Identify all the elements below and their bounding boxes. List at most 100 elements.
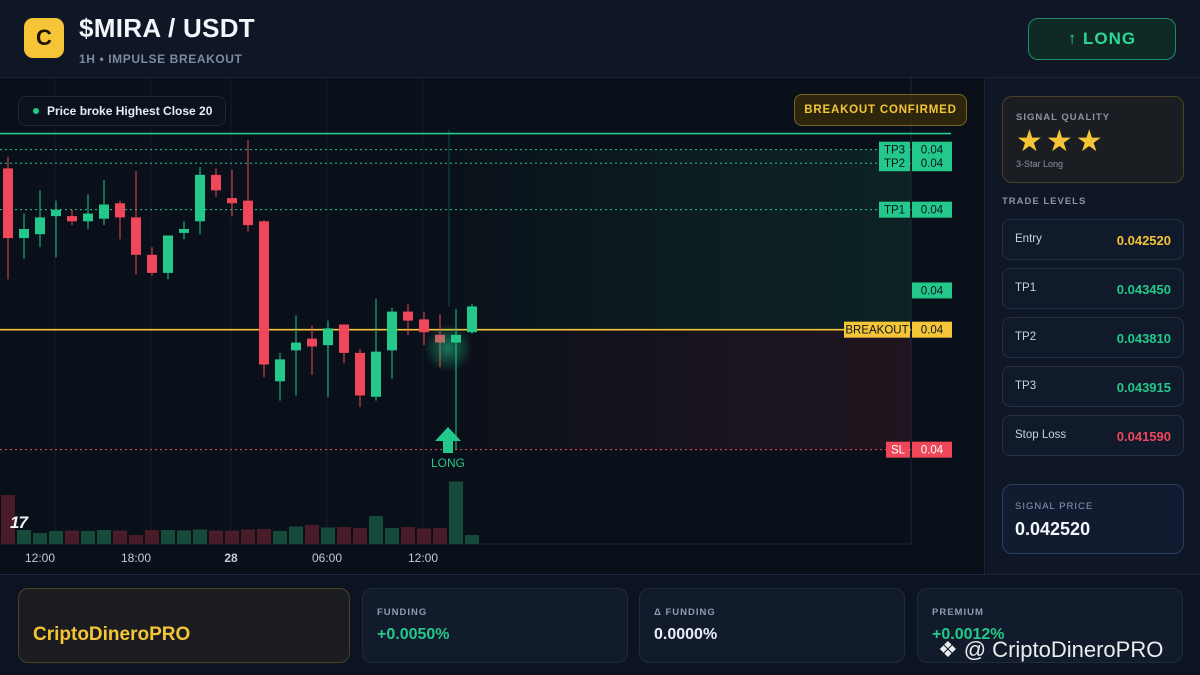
volume-bar <box>145 530 159 544</box>
candle-body <box>83 213 93 222</box>
header: C $MIRA / USDT 1H • IMPULSE BREAKOUT ↑ L… <box>0 0 1200 78</box>
x-axis-tick: 18:00 <box>121 551 151 565</box>
level-tag-label: BREAKOUT <box>845 325 908 337</box>
volume-bar <box>417 528 431 544</box>
footer-stats: CriptoDineroPRO FUNDING +0.0050% Δ FUNDI… <box>0 574 1200 675</box>
candle-body <box>115 203 125 218</box>
trade-level-name: TP1 <box>1015 282 1037 294</box>
candle-body <box>147 254 157 273</box>
signal-price-card: SIGNAL PRICE 0.042520 <box>1002 484 1184 554</box>
status-dot-icon <box>33 108 39 114</box>
volume-bar <box>449 481 463 544</box>
volume-bar <box>433 528 447 544</box>
timeframe-subtitle: 1H • IMPULSE BREAKOUT <box>79 52 243 66</box>
candle-body <box>195 174 205 222</box>
volume-bar <box>321 527 335 544</box>
candlestick-chart[interactable]: TP3 0.04TP2 0.04TP1 0.04BREAKOUT 0.04SL 0.040… <box>0 78 985 574</box>
trade-level-tp2: TP2 0.043810 <box>1002 317 1184 358</box>
trade-level-stop-loss: Stop Loss 0.041590 <box>1002 415 1184 456</box>
candle-body <box>371 351 381 397</box>
brand-name: CriptoDineroPRO <box>33 624 191 645</box>
volume-bar <box>289 526 303 544</box>
volume-bar <box>465 535 479 544</box>
breakout-confirmed-badge: BREAKOUT CONFIRMED <box>794 94 967 126</box>
exchange-logo-icon: ❖ <box>938 637 958 662</box>
brand-card: CriptoDineroPRO <box>18 588 350 663</box>
volume-bar <box>401 527 415 544</box>
level-tag-label: TP3 <box>884 145 905 157</box>
candle-body <box>19 229 29 239</box>
trade-level-name: TP3 <box>1015 380 1037 392</box>
volume-bar <box>225 530 239 544</box>
trade-level-value: 0.042520 <box>1116 233 1171 248</box>
stat-value: 0.0000% <box>654 626 718 643</box>
volume-bar <box>65 530 79 544</box>
candle-body <box>3 168 13 239</box>
candle-body <box>387 311 397 351</box>
volume-bar <box>113 530 127 544</box>
price-chart[interactable]: TP3 0.04 TP2 0.04 TP1 0.04 BREAKOUT 0.04 SL 0.04 0… <box>0 78 985 574</box>
volume-bar <box>209 530 223 544</box>
candle-body <box>467 306 477 333</box>
candle-body <box>163 235 173 273</box>
volume-bar <box>161 530 175 544</box>
candle-body <box>35 217 45 235</box>
candle-body <box>227 198 237 204</box>
signal-glow <box>424 324 472 372</box>
level-price-label: 0.04 <box>921 205 944 217</box>
candle-body <box>131 217 141 255</box>
signal-price-value: 0.042520 <box>1015 519 1091 539</box>
breakout-tooltip: Price broke Highest Close 20 <box>18 96 227 126</box>
page-title: $MIRA / USDT <box>79 13 255 43</box>
trade-level-name: Entry <box>1015 233 1042 245</box>
candle-body <box>99 204 109 219</box>
candle-body <box>51 209 61 217</box>
level-tag-label: TP2 <box>884 158 905 170</box>
stat-label: Δ FUNDING <box>654 607 716 618</box>
level-tag-label: TP1 <box>884 205 905 217</box>
volume-bar <box>81 531 95 544</box>
candle-body <box>419 319 429 333</box>
stat-value: +0.0050% <box>377 626 450 643</box>
candle-body <box>307 338 317 347</box>
volume-bar <box>337 527 351 544</box>
volume-bar <box>241 529 255 544</box>
level-price-label: 0.04 <box>921 445 944 457</box>
trade-level-entry: Entry 0.042520 <box>1002 219 1184 260</box>
candle-body <box>291 342 301 351</box>
x-axis-tick: 28 <box>224 551 238 565</box>
current-price-label: 0.04 <box>921 285 944 297</box>
volume-bar <box>353 528 367 544</box>
signal-price-title: SIGNAL PRICE <box>1015 501 1094 512</box>
x-axis-tick: 06:00 <box>312 551 342 565</box>
star-rating-label: 3-Star Long <box>1016 159 1064 169</box>
star-rating-icon: ★★★ <box>1016 125 1106 158</box>
stat-label: FUNDING <box>377 607 428 618</box>
tradingview-logo[interactable]: 17 <box>10 513 28 533</box>
candle-body <box>243 200 253 226</box>
app-logo: C <box>24 18 64 58</box>
level-price-label: 0.04 <box>921 158 944 170</box>
volume-bar <box>257 529 271 544</box>
long-signal-label: LONG <box>431 456 465 470</box>
profit-zone <box>440 149 911 330</box>
risk-zone <box>440 329 911 450</box>
funding-card: FUNDING +0.0050% <box>362 588 628 663</box>
long-button[interactable]: ↑ LONG <box>1028 18 1176 60</box>
level-tag-label: SL <box>891 445 906 457</box>
candle-body <box>323 328 333 346</box>
candle-body <box>211 174 221 191</box>
trade-level-value: 0.041590 <box>1116 429 1171 444</box>
volume-bar <box>385 528 399 544</box>
watermark: ❖ @ CriptoDineroPRO <box>938 637 1163 663</box>
volume-bar <box>49 531 63 544</box>
volume-bar <box>369 516 383 544</box>
candle-body <box>339 324 349 353</box>
candle-body <box>355 352 365 396</box>
tooltip-text: Price broke Highest Close 20 <box>47 104 213 118</box>
candle-body <box>67 216 77 222</box>
watermark-text: @ CriptoDineroPRO <box>963 637 1164 662</box>
volume-bar <box>273 531 287 544</box>
volume-bar <box>97 530 111 544</box>
signal-quality-title: SIGNAL QUALITY <box>1016 112 1111 123</box>
